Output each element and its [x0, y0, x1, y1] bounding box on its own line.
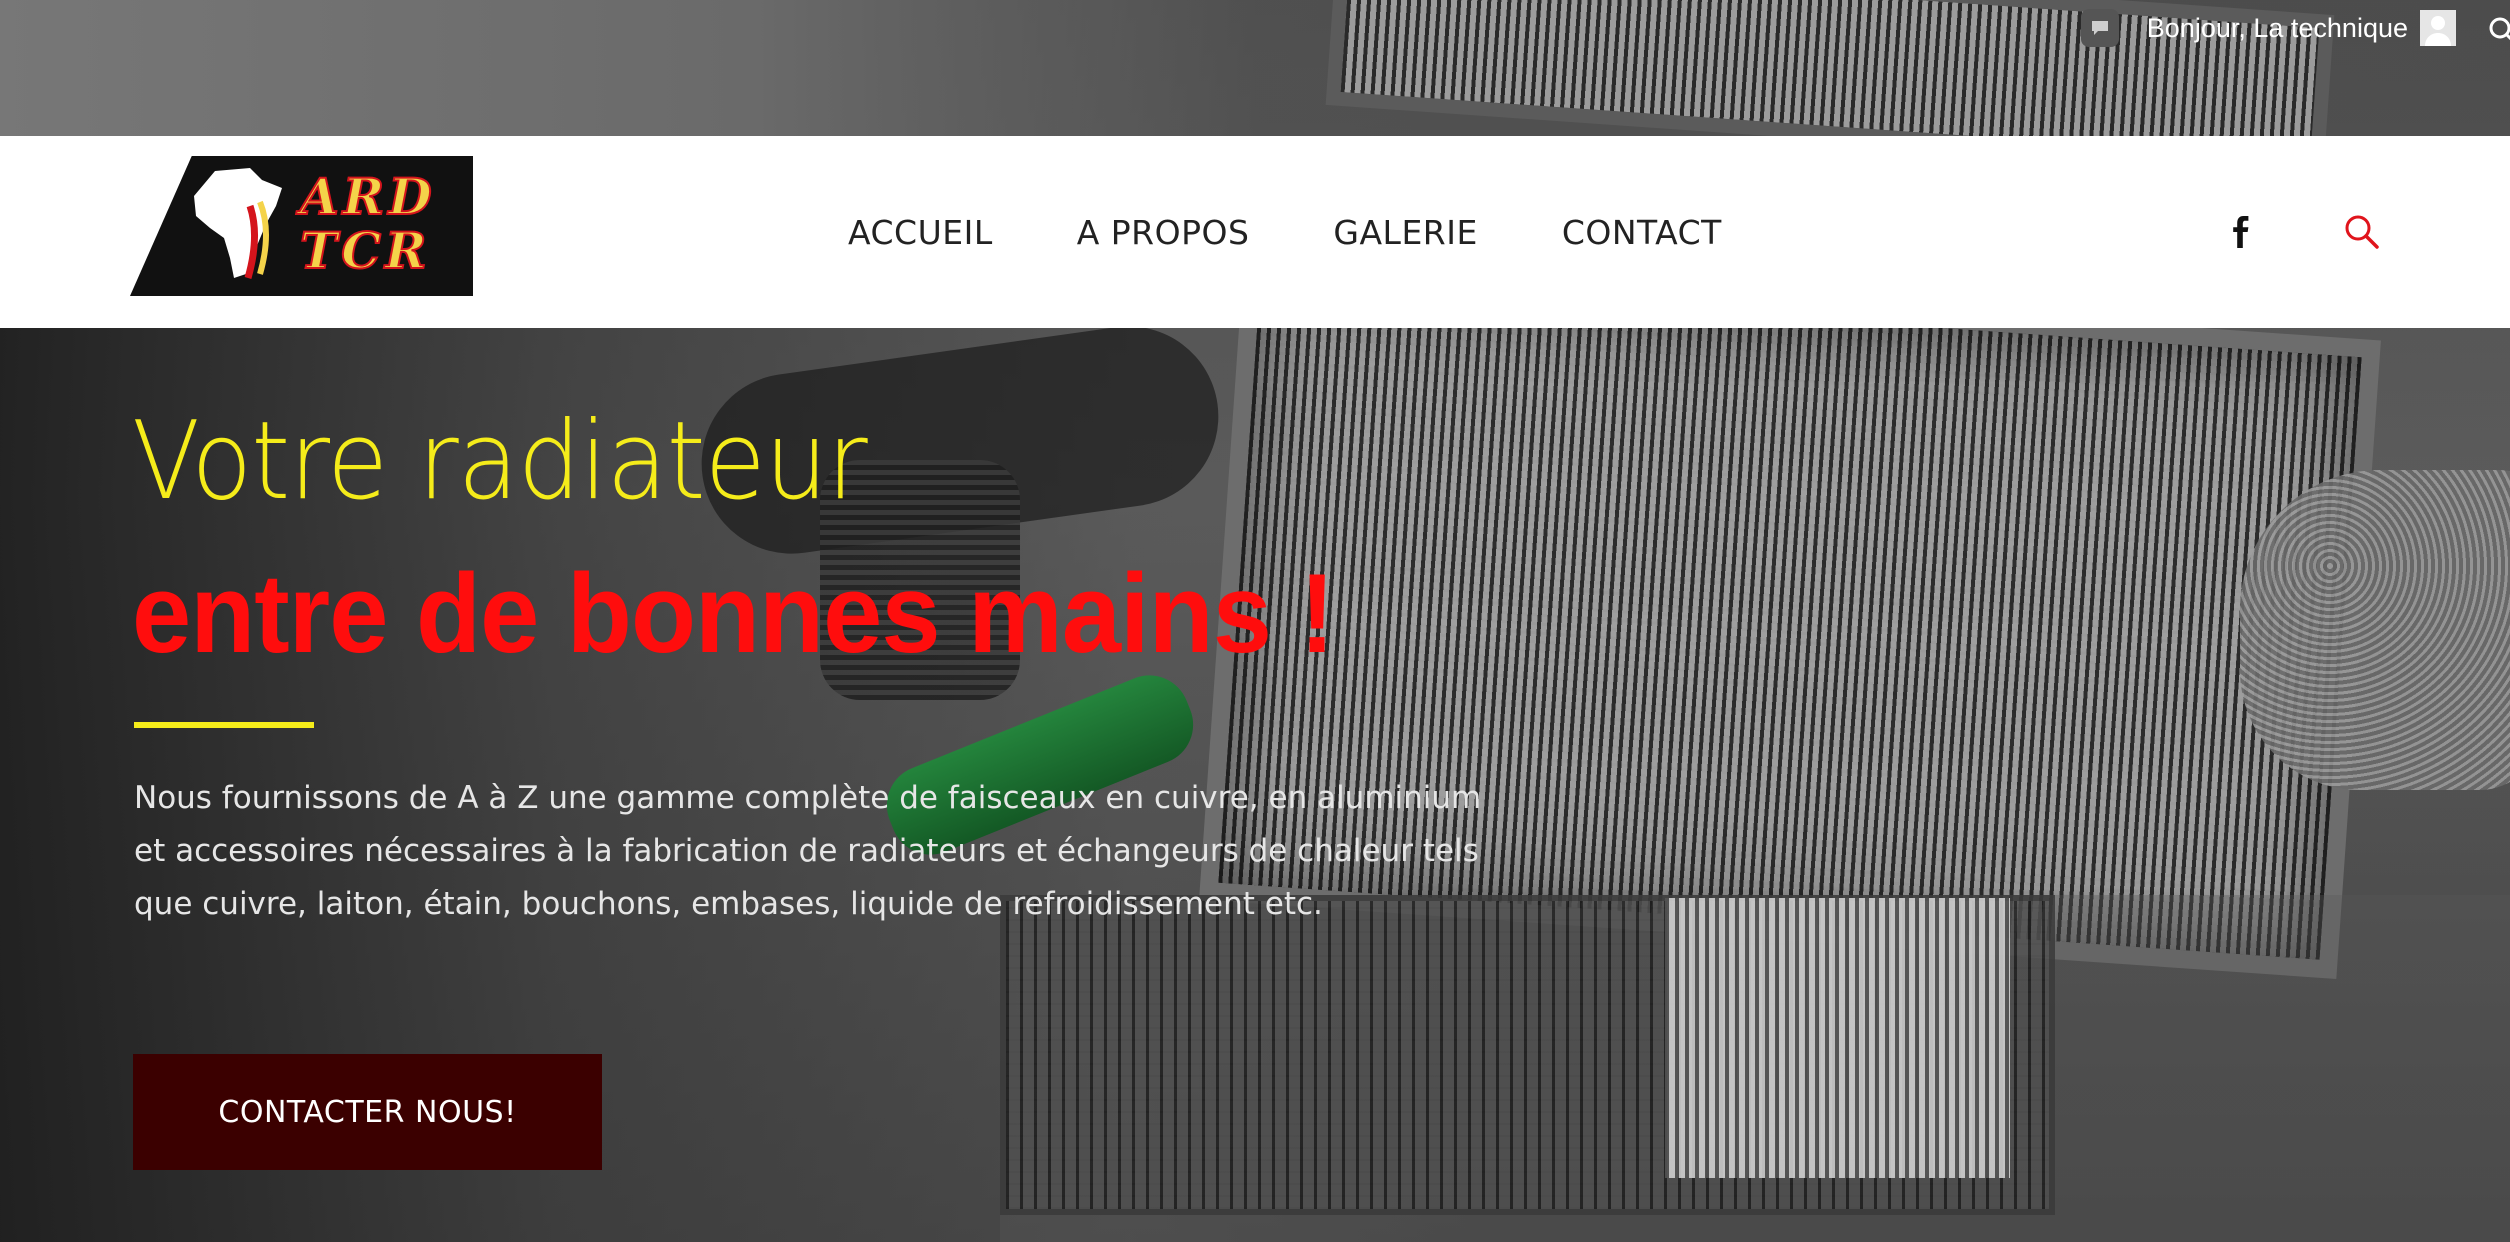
user-avatar-icon — [2420, 10, 2456, 46]
nav-item-accueil[interactable]: ACCUEIL — [848, 213, 993, 252]
hero-title-line-2: entre de bonnes mains ! — [132, 551, 1335, 676]
contact-us-button[interactable]: CONTACTER NOUS! — [133, 1054, 602, 1170]
main-navigation: ACCUEIL A PROPOS GALERIE CONTACT — [848, 136, 1722, 328]
logo-line-2: TCR — [299, 221, 431, 280]
nav-item-galerie[interactable]: GALERIE — [1333, 213, 1477, 252]
logo-line-1: ARD — [299, 167, 436, 226]
comment-icon[interactable] — [2080, 9, 2119, 47]
nav-item-a-propos[interactable]: A PROPOS — [1077, 213, 1250, 252]
greeting-text: Bonjour, La technique — [2146, 12, 2408, 43]
user-greeting[interactable]: Bonjour, La technique — [2147, 10, 2456, 46]
africa-map-icon — [194, 168, 282, 279]
radiator-core-fins — [1665, 898, 2010, 1178]
site-logo[interactable]: ARD TCR — [130, 156, 473, 296]
top-bar: Bonjour, La technique — [2080, 0, 2510, 56]
nav-item-contact[interactable]: CONTACT — [1562, 213, 1722, 252]
facebook-icon[interactable] — [2226, 212, 2256, 252]
site-header: ARD TCR ACCUEIL A PROPOS GALERIE CONTACT — [0, 136, 2510, 328]
topbar-search-icon[interactable] — [2484, 8, 2510, 48]
logo-text: ARD TCR — [299, 167, 436, 280]
glove-image — [2240, 470, 2510, 790]
search-icon[interactable] — [2342, 212, 2382, 252]
hero-title-line-1: Votre radiateur — [132, 399, 868, 524]
hero-divider — [134, 722, 314, 728]
hero-description: Nous fournissons de A à Z une gamme comp… — [134, 780, 1482, 922]
